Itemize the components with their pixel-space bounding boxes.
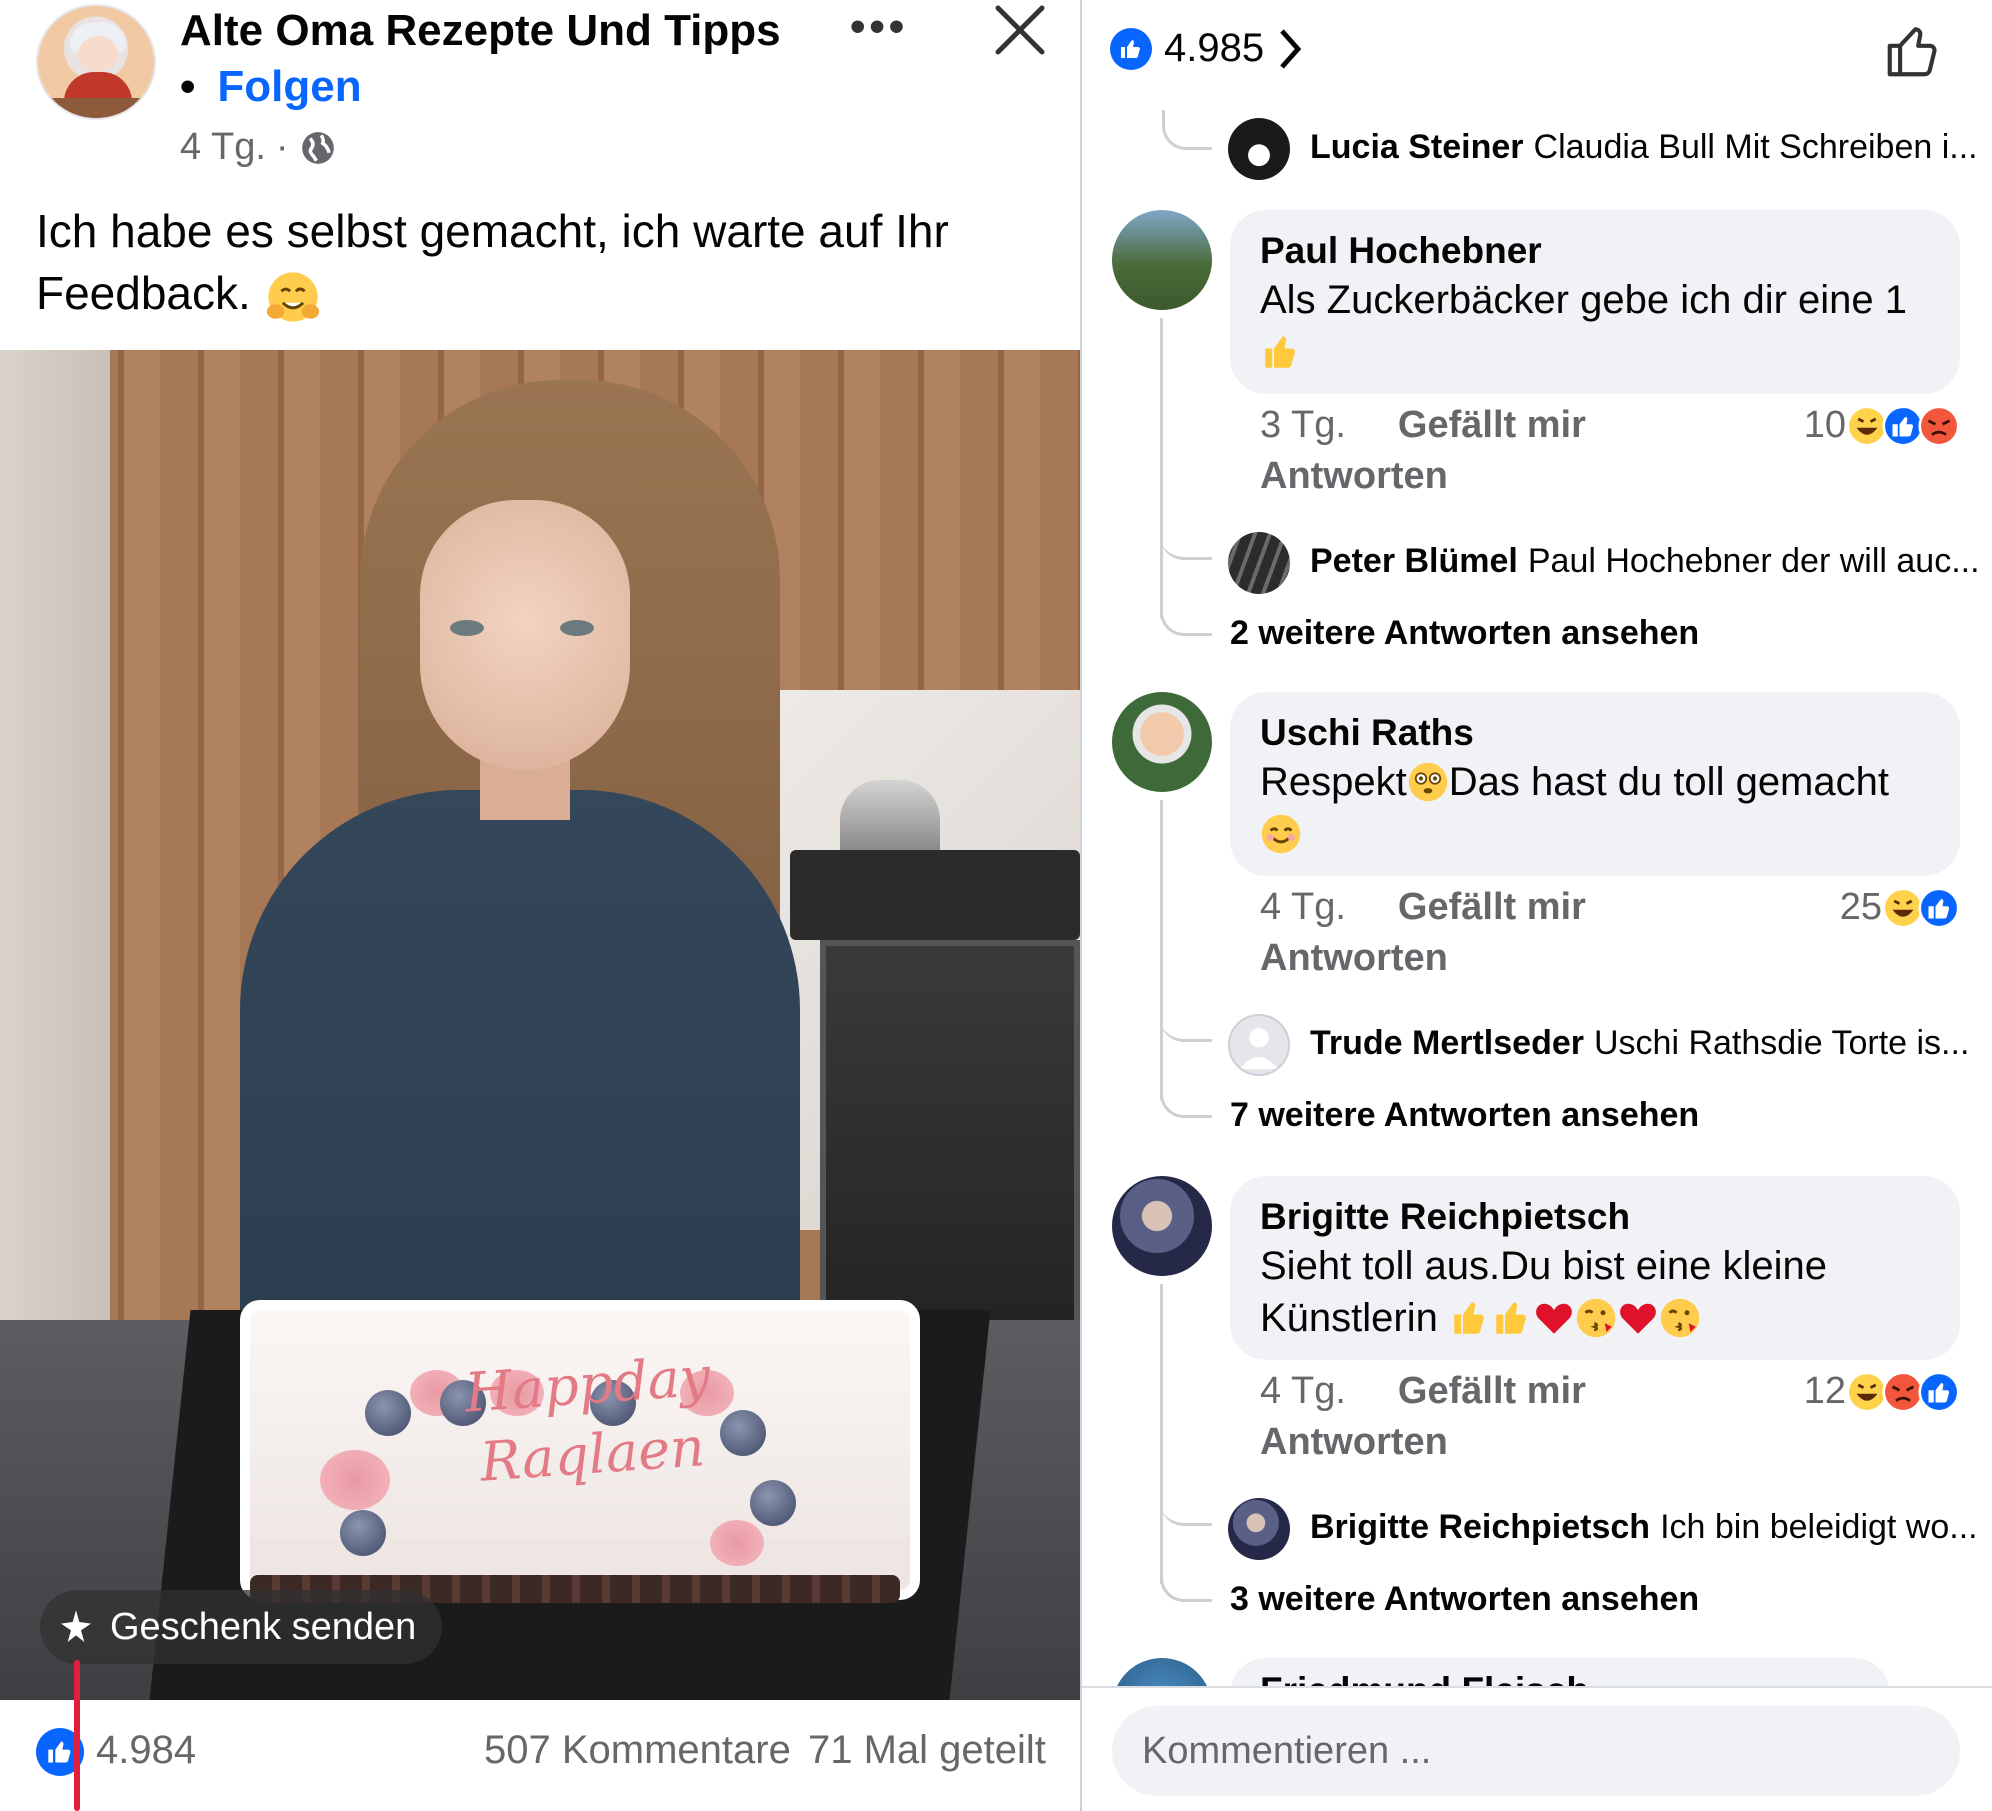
follow-button[interactable]: Folgen	[217, 62, 361, 111]
comment-count[interactable]: 507 Kommentare	[484, 1728, 791, 1773]
send-gift-button[interactable]: Geschenk senden	[40, 1590, 443, 1664]
comment-author[interactable]: Uschi Raths	[1260, 710, 1930, 756]
thumbs-up-emoji-icon	[1265, 336, 1295, 368]
reaction-count: 25	[1839, 886, 1882, 928]
reply-brigitte-reichpietsch[interactable]: Brigitte Reichpietsch Ich bin beleidigt w…	[1310, 1508, 1978, 1547]
comments-panel: 4.985 Lucia Steiner Claudia Bull Mit Schr…	[1080, 0, 1992, 1811]
post-image[interactable]: Happday Raqlaen	[0, 350, 1080, 1700]
post-panel: Alte Oma Rezepte Und Tipps • Folgen 4 Tg.…	[0, 0, 1080, 1811]
comment-text: Respekt Das hast du toll gemacht	[1260, 756, 1930, 860]
cake-lettering: Happday Raqlaen	[462, 1344, 713, 1494]
like-button[interactable]: Gefällt mir	[1398, 886, 1586, 929]
like-count[interactable]: 4.984	[96, 1728, 196, 1773]
thumbs-up-emoji-icon	[1454, 1302, 1484, 1334]
red-heart-emoji-icon	[1620, 1303, 1656, 1334]
post-footer: 4.984 507 Kommentare 71 Mal geteilt	[0, 1700, 1080, 1811]
comment-reactions[interactable]: 12	[1804, 1370, 1960, 1413]
brigitte-reichpietsch-avatar[interactable]	[1228, 1498, 1290, 1560]
red-heart-emoji-icon	[1536, 1303, 1572, 1334]
default-user-icon	[1239, 1028, 1279, 1070]
thumbs-up-emoji-icon	[1496, 1302, 1526, 1334]
paul-hochebner-avatar[interactable]	[1112, 210, 1212, 310]
comment-time[interactable]: 4 Tg.	[1260, 886, 1346, 929]
comment-reactions[interactable]: 10	[1804, 404, 1960, 447]
comment-text: Sieht toll aus.Du bist eine kleine Künst…	[1260, 1244, 1827, 1340]
reply-trude-mertlseder[interactable]: Trude Mertlseder Uschi Rathsdie Torte is.…	[1310, 1024, 1969, 1063]
reply-peter-bluemel[interactable]: Peter Blümel Paul Hochebner der will auc.…	[1310, 542, 1980, 581]
follow-row: • Folgen	[180, 62, 362, 112]
comment-bubble[interactable]: Uschi Raths Respekt Das hast du toll gema…	[1230, 692, 1960, 876]
follow-separator: •	[180, 62, 196, 111]
comment-input[interactable]	[1112, 1706, 1960, 1796]
post-text: Ich habe es selbst gemacht, ich warte au…	[36, 200, 1056, 326]
comment-author[interactable]: Paul Hochebner	[1260, 228, 1930, 274]
more-options-button[interactable]: •••	[850, 2, 908, 52]
view-more-replies-link[interactable]: 3 weitere Antworten ansehen	[1230, 1580, 1699, 1619]
lucia-steiner-avatar[interactable]	[1228, 118, 1290, 180]
comment-time[interactable]: 3 Tg.	[1260, 404, 1346, 447]
reply-button[interactable]: Antworten	[1260, 1421, 1448, 1463]
comment-bubble[interactable]: Brigitte Reichpietsch Sieht toll aus.Du …	[1230, 1176, 1960, 1360]
reply-button[interactable]: Antworten	[1260, 455, 1448, 497]
like-reaction-icon	[1918, 1370, 1960, 1413]
like-reaction-icon	[1110, 27, 1152, 70]
kissing-face-emoji-icon	[1576, 1298, 1616, 1338]
like-reaction-icon	[1918, 886, 1960, 929]
brigitte-reichpietsch-avatar[interactable]	[1112, 1176, 1212, 1276]
like-button[interactable]: Gefällt mir	[1398, 1370, 1586, 1413]
like-outline-icon[interactable]	[1882, 20, 1944, 82]
page-name[interactable]: Alte Oma Rezepte Und Tipps	[180, 6, 781, 56]
trude-mertlseder-avatar[interactable]	[1228, 1014, 1290, 1076]
flushed-face-emoji-icon	[1408, 762, 1447, 802]
reaction-total: 4.985	[1164, 26, 1265, 70]
like-button[interactable]: Gefällt mir	[1398, 404, 1586, 447]
comment-time[interactable]: 4 Tg.	[1260, 1370, 1346, 1413]
comment-actions: 4 Tg. Gefällt mir 12 Antworten	[1260, 1370, 1960, 1464]
comment-text: Als Zuckerbäcker gebe ich dir eine 1	[1260, 274, 1930, 378]
comment-bubble[interactable]: Paul Hochebner Als Zuckerbäcker gebe ich…	[1230, 210, 1960, 394]
view-more-replies-link[interactable]: 2 weitere Antworten ansehen	[1230, 614, 1699, 653]
comment-reactions[interactable]: 25	[1840, 886, 1960, 929]
post-time[interactable]: 4 Tg.	[180, 126, 266, 169]
kissing-face-emoji-icon	[1660, 1298, 1700, 1338]
smiling-face-emoji-icon	[1261, 814, 1301, 854]
chevron-right-icon	[1280, 28, 1302, 69]
comment-composer-bar	[1082, 1686, 1992, 1811]
post-meta: 4 Tg. ·	[180, 126, 337, 169]
reaction-summary[interactable]: 4.985	[1110, 26, 1304, 71]
post-text-content: Ich habe es selbst gemacht, ich warte au…	[36, 205, 949, 319]
peter-bluemel-avatar[interactable]	[1228, 532, 1290, 594]
gift-sparkle-icon	[61, 1610, 91, 1642]
reply-button[interactable]: Antworten	[1260, 937, 1448, 979]
page-avatar[interactable]	[36, 4, 156, 120]
send-gift-label: Geschenk senden	[110, 1605, 417, 1648]
close-icon[interactable]	[990, 0, 1050, 60]
angry-reaction-icon	[1918, 404, 1960, 447]
annotation-red-line	[74, 1660, 80, 1811]
comment-author[interactable]: Brigitte Reichpietsch	[1260, 1194, 1930, 1240]
meta-separator: ·	[275, 126, 289, 168]
view-more-replies-link[interactable]: 7 weitere Antworten ansehen	[1230, 1096, 1699, 1135]
reply-lucia-steiner[interactable]: Lucia Steiner Claudia Bull Mit Schreiben …	[1310, 128, 1978, 167]
comment-actions: 4 Tg. Gefällt mir 25 Antworten	[1260, 886, 1960, 980]
share-count[interactable]: 71 Mal geteilt	[808, 1728, 1046, 1773]
hugging-face-emoji-icon	[266, 272, 319, 322]
reaction-count: 12	[1803, 1370, 1846, 1412]
globe-icon	[301, 131, 334, 164]
comment-actions: 3 Tg. Gefällt mir 10 Antworten	[1260, 404, 1960, 498]
reaction-count: 10	[1803, 404, 1846, 446]
uschi-raths-avatar[interactable]	[1112, 692, 1212, 792]
